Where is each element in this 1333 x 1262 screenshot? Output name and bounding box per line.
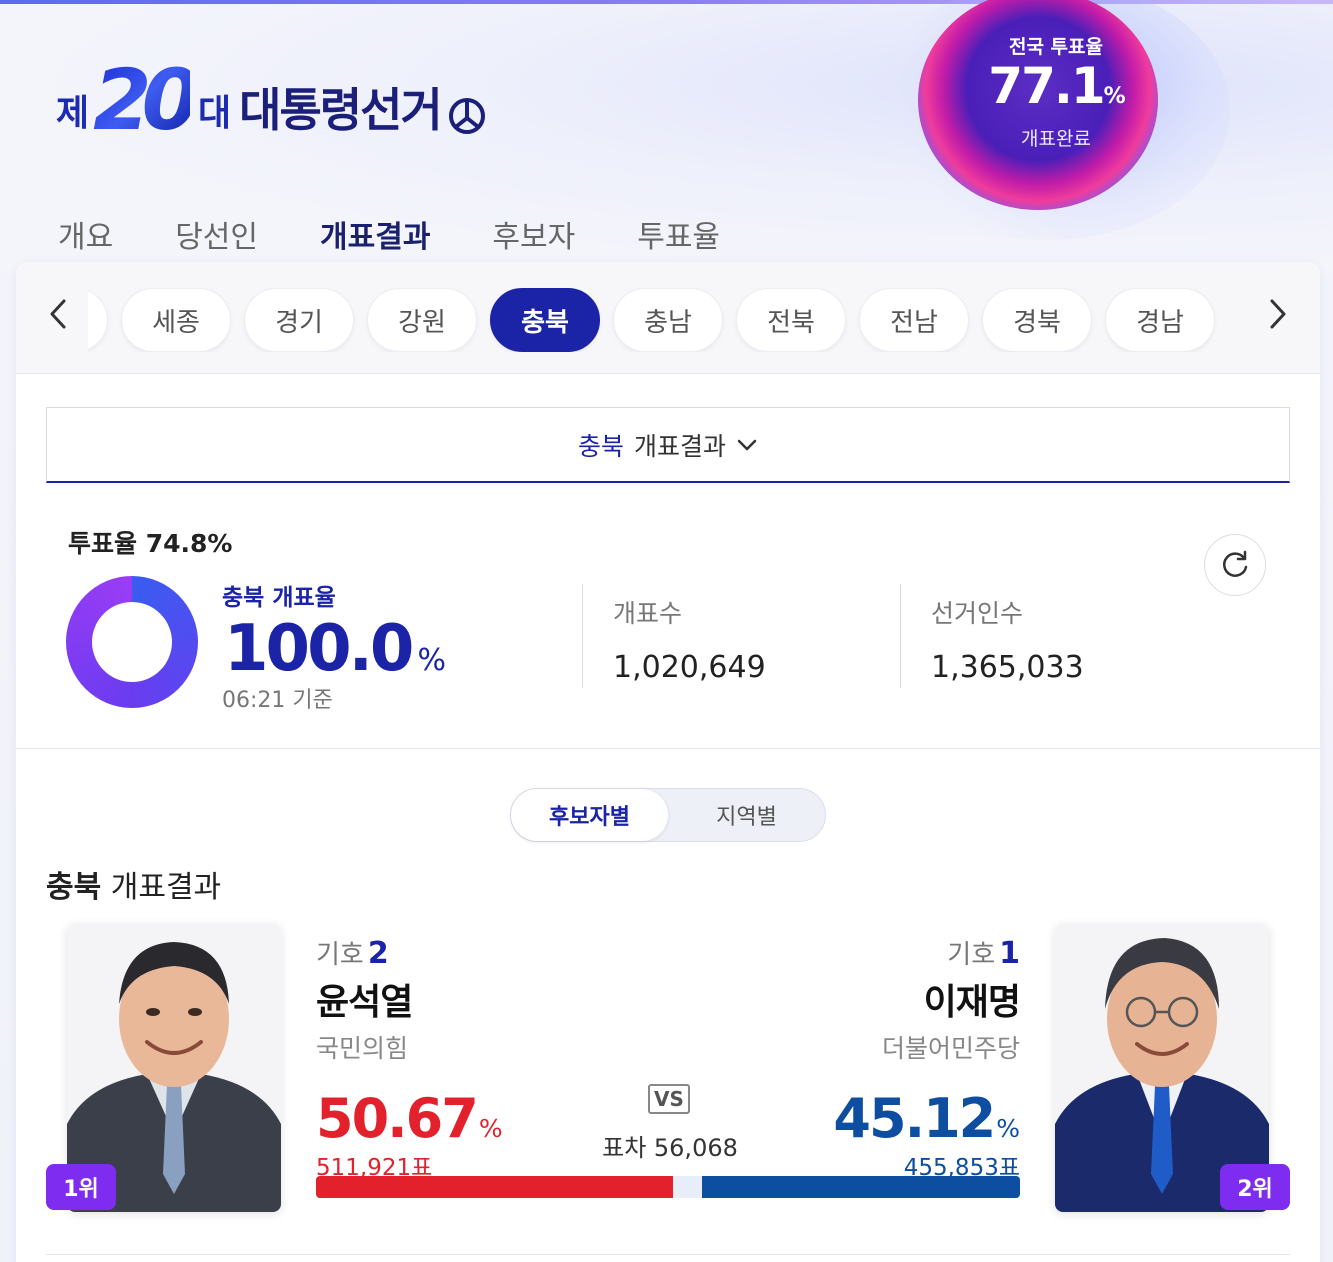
stat-divider — [900, 584, 901, 688]
stat-electorate-label: 선거인수 — [931, 599, 1024, 628]
logo-number: 20 — [93, 51, 200, 149]
region-chip[interactable]: 세종 — [121, 288, 231, 352]
candidate-lee: 기호 1 이재명 더불어민주당 45.12% 455,853표 — [720, 934, 1021, 1182]
region-chips: 울산세종경기강원충북충남전북전남경북경남 — [88, 288, 1218, 352]
toggle-by-candidate[interactable]: 후보자별 — [511, 789, 668, 841]
national-turnout: 전국 투표율 77.1% 개표완료 — [958, 32, 1154, 151]
view-toggle: 후보자별 지역별 — [510, 788, 826, 842]
count-rate-value: 100.0% — [224, 612, 446, 686]
rank-badge-2: 2위 — [1220, 1164, 1290, 1210]
stat-electorate-value: 1,365,033 — [931, 650, 1084, 685]
region-chip[interactable]: 경북 — [982, 288, 1092, 352]
region-results-dropdown[interactable]: 충북 개표결과 — [46, 407, 1290, 483]
results-title: 충북 개표결과 — [46, 862, 221, 906]
results-title-region: 충북 — [46, 870, 102, 905]
region-next-button[interactable] — [1258, 294, 1298, 334]
toggle-by-region[interactable]: 지역별 — [668, 789, 825, 841]
stat-counted: 개표수 1,020,649 — [613, 594, 766, 685]
vs-badge: VS — [648, 1084, 690, 1114]
tab-results[interactable]: 개표결과 — [320, 212, 431, 268]
vote-share-bar — [316, 1176, 1020, 1198]
region-chip[interactable]: 전남 — [859, 288, 969, 352]
candidate-party: 국민의힘 — [316, 1034, 409, 1063]
tab-candidates[interactable]: 후보자 — [492, 212, 575, 264]
count-rate-label: 충북 개표율 — [222, 585, 336, 611]
region-selector: 울산세종경기강원충북충남전북전남경북경남 — [16, 262, 1320, 374]
candidate-yoon: 기호 2 윤석열 국민의힘 50.67% 511,921표 — [316, 934, 503, 1182]
election-logo[interactable]: 제 20 대 대통령선거 — [56, 52, 487, 142]
candidate-party: 더불어민주당 — [881, 1034, 1020, 1063]
main-tabs: 개요 당선인 개표결과 후보자 투표율 — [58, 212, 782, 268]
candidate-percent: 50.67% — [316, 1087, 503, 1150]
tab-overview[interactable]: 개요 — [58, 212, 113, 264]
count-time: 06:21 기준 — [222, 688, 333, 713]
chevron-down-icon — [737, 439, 757, 450]
logo-title: 대통령선거 — [239, 83, 443, 137]
stat-electorate: 선거인수 1,365,033 — [931, 594, 1084, 685]
refresh-icon — [1223, 550, 1248, 577]
vote-share-bar-lee — [702, 1176, 1020, 1198]
candidate-number: 기호 1 — [947, 936, 1020, 971]
dropdown-region: 충북 — [577, 431, 624, 461]
ballot-stamp-icon — [448, 98, 485, 134]
section-divider — [16, 748, 1320, 749]
results-title-label: 개표결과 — [110, 870, 222, 905]
logo-suffix: 대 — [198, 93, 232, 134]
vote-gap: 표차 56,068 — [602, 1134, 738, 1162]
vote-share-bar-other — [672, 1176, 703, 1198]
national-turnout-value: 77.1% — [988, 57, 1125, 115]
region-chip[interactable]: 충남 — [613, 288, 723, 352]
stat-counted-label: 개표수 — [613, 599, 683, 628]
region-chip[interactable]: 울산 — [88, 288, 108, 352]
stat-counted-value: 1,020,649 — [613, 650, 766, 685]
dropdown-label: 개표결과 — [634, 431, 727, 461]
candidate-percent: 45.12% — [833, 1087, 1020, 1150]
region-chip[interactable]: 경기 — [244, 288, 354, 352]
candidate-number: 기호 2 — [316, 936, 389, 971]
results-card: 울산세종경기강원충북충남전북전남경북경남 충북 개표결과 투표율 74.8% 충… — [16, 262, 1320, 1262]
rank-badge-1: 1위 — [46, 1164, 116, 1210]
region-chip-track: 울산세종경기강원충북충남전북전남경북경남 — [88, 288, 1215, 352]
tab-winner[interactable]: 당선인 — [175, 212, 258, 264]
national-turnout-label: 전국 투표율 — [1008, 36, 1103, 58]
region-chip[interactable]: 충북 — [490, 288, 600, 352]
chevron-left-icon — [50, 299, 66, 329]
candidate-name: 이재명 — [923, 982, 1021, 1023]
region-chip[interactable]: 전북 — [736, 288, 846, 352]
region-prev-button[interactable] — [38, 294, 78, 334]
logo-prefix: 제 — [56, 93, 90, 134]
count-rate-donut — [66, 576, 198, 708]
stat-divider — [582, 584, 583, 688]
region-turnout: 투표율 74.8% — [68, 529, 233, 558]
candidate-name: 윤석열 — [316, 982, 413, 1023]
vote-share-bar-yoon — [316, 1176, 673, 1198]
chevron-right-icon — [1270, 299, 1286, 329]
region-chip[interactable]: 경남 — [1105, 288, 1215, 352]
section-divider — [46, 1254, 1290, 1255]
national-turnout-status: 개표완료 — [1021, 128, 1091, 150]
region-chip[interactable]: 강원 — [367, 288, 477, 352]
refresh-button[interactable] — [1204, 534, 1266, 596]
tab-turnout[interactable]: 투표율 — [637, 212, 720, 264]
